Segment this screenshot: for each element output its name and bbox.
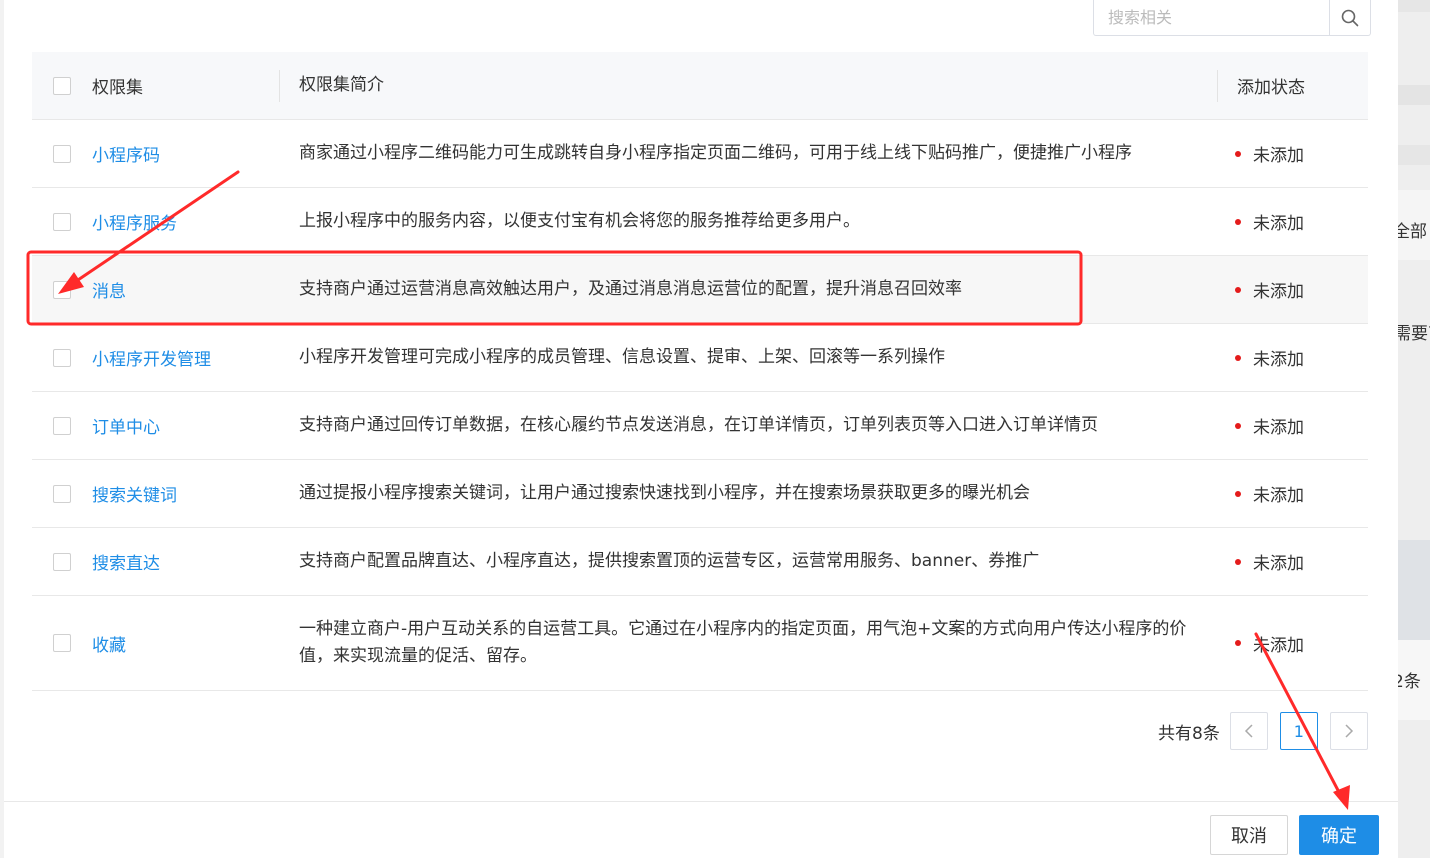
row-checkbox[interactable] [53, 280, 71, 299]
permission-link[interactable]: 消息 [92, 282, 126, 302]
column-header-status: 添加状态 [1217, 69, 1368, 102]
permission-link[interactable]: 小程序开发管理 [92, 350, 211, 370]
pagination-total: 共有8条 [1158, 723, 1220, 744]
permission-desc: 支持商户通过回传订单数据，在核心履约节点发送消息，在订单详情页，订单列表页等入口… [299, 415, 1098, 435]
table-row: 小程序码 商家通过小程序二维码能力可生成跳转自身小程序指定页面二维码，可用于线上… [32, 120, 1368, 188]
table-row: 订单中心 支持商户通过回传订单数据，在核心履约节点发送消息，在订单详情页，订单列… [32, 392, 1368, 460]
status-dot [1235, 640, 1241, 646]
permission-desc: 小程序开发管理可完成小程序的成员管理、信息设置、提审、上架、回滚等一系列操作 [299, 347, 945, 367]
search-icon [1341, 9, 1359, 26]
permission-desc: 通过提报小程序搜索关键词，让用户通过搜索快速找到小程序，并在搜索场景获取更多的曝… [299, 483, 1030, 503]
permission-desc: 一种建立商户-用户互动关系的自运营工具。它通过在小程序内的指定页面，用气泡+文案… [299, 619, 1187, 666]
row-checkbox[interactable] [53, 348, 71, 367]
permission-desc: 支持商户通过运营消息高效触达用户，及通过消息消息运营位的配置，提升消息召回效率 [299, 279, 962, 299]
footer-divider [4, 801, 1398, 802]
search-box [1093, 0, 1371, 36]
column-header-name: 权限集 [92, 78, 143, 98]
table-row: 小程序开发管理 小程序开发管理可完成小程序的成员管理、信息设置、提审、上架、回滚… [32, 324, 1368, 392]
row-checkbox[interactable] [53, 484, 71, 503]
permission-link[interactable]: 小程序服务 [92, 214, 177, 234]
status-dot [1235, 286, 1241, 293]
status-text: 未添加 [1253, 350, 1304, 370]
status-dot [1235, 422, 1241, 429]
search-input[interactable] [1094, 0, 1329, 35]
status-text: 未添加 [1253, 486, 1304, 506]
status-text: 未添加 [1253, 146, 1304, 166]
permission-link[interactable]: 搜索直达 [92, 554, 160, 574]
background-text: 需要商 [1398, 324, 1430, 344]
status-text: 未添加 [1253, 635, 1304, 656]
row-checkbox[interactable] [53, 416, 71, 435]
status-text: 未添加 [1253, 418, 1304, 438]
status-text: 未添加 [1253, 554, 1304, 574]
permission-table: 权限集 权限集简介 添加状态 小程序码 商家通过小程序二维码能力可生成跳转自身小… [32, 52, 1368, 691]
column-header-desc: 权限集简介 [279, 69, 1217, 102]
permission-desc: 商家通过小程序二维码能力可生成跳转自身小程序指定页面二维码，可用于线上线下贴码推… [299, 143, 1132, 163]
row-checkbox[interactable] [53, 212, 71, 231]
status-dot [1235, 354, 1241, 361]
status-text: 未添加 [1253, 282, 1304, 302]
next-page-button[interactable] [1329, 712, 1368, 750]
table-row: 搜索关键词 通过提报小程序搜索关键词，让用户通过搜索快速找到小程序，并在搜索场景… [32, 460, 1368, 528]
select-all-checkbox[interactable] [53, 76, 71, 95]
table-header: 权限集 权限集简介 添加状态 [32, 52, 1368, 120]
status-dot [1235, 490, 1241, 497]
search-button[interactable] [1329, 0, 1370, 35]
background-text: 全部 [1398, 222, 1427, 242]
row-checkbox[interactable] [53, 552, 71, 571]
permission-link[interactable]: 搜索关键词 [92, 486, 177, 506]
status-dot [1235, 558, 1241, 565]
status-text: 未添加 [1253, 214, 1304, 234]
background-text: 2条 [1398, 672, 1421, 692]
pagination: 共有8条 1 [1158, 711, 1380, 751]
cancel-button[interactable]: 取消 [1210, 815, 1288, 855]
permission-desc: 支持商户配置品牌直达、小程序直达，提供搜索置顶的运营专区，运营常用服务、bann… [299, 551, 1040, 571]
prev-page-button[interactable] [1229, 712, 1268, 750]
chevron-right-icon [1345, 724, 1353, 738]
page-number-button[interactable]: 1 [1279, 712, 1318, 750]
permission-link[interactable]: 收藏 [92, 636, 126, 656]
chevron-left-icon [1244, 724, 1253, 738]
table-row: 收藏 一种建立商户-用户互动关系的自运营工具。它通过在小程序内的指定页面，用气泡… [32, 596, 1368, 691]
row-checkbox[interactable] [53, 144, 71, 163]
table-row: 小程序服务 上报小程序中的服务内容，以便支付宝有机会将您的服务推荐给更多用户。 … [32, 188, 1368, 256]
row-checkbox[interactable] [53, 634, 71, 652]
table-row-highlighted: 消息 支持商户通过运营消息高效触达用户，及通过消息消息运营位的配置，提升消息召回… [32, 256, 1368, 324]
permission-link[interactable]: 小程序码 [92, 146, 160, 166]
permission-desc: 上报小程序中的服务内容，以便支付宝有机会将您的服务推荐给更多用户。 [299, 211, 860, 231]
table-row: 搜索直达 支持商户配置品牌直达、小程序直达，提供搜索置顶的运营专区，运营常用服务… [32, 528, 1368, 596]
background-page: 全部 需要商 2条 [1398, 0, 1430, 858]
status-dot [1235, 218, 1241, 225]
permission-link[interactable]: 订单中心 [92, 418, 160, 438]
status-dot [1235, 150, 1241, 157]
confirm-button[interactable]: 确定 [1299, 815, 1379, 855]
